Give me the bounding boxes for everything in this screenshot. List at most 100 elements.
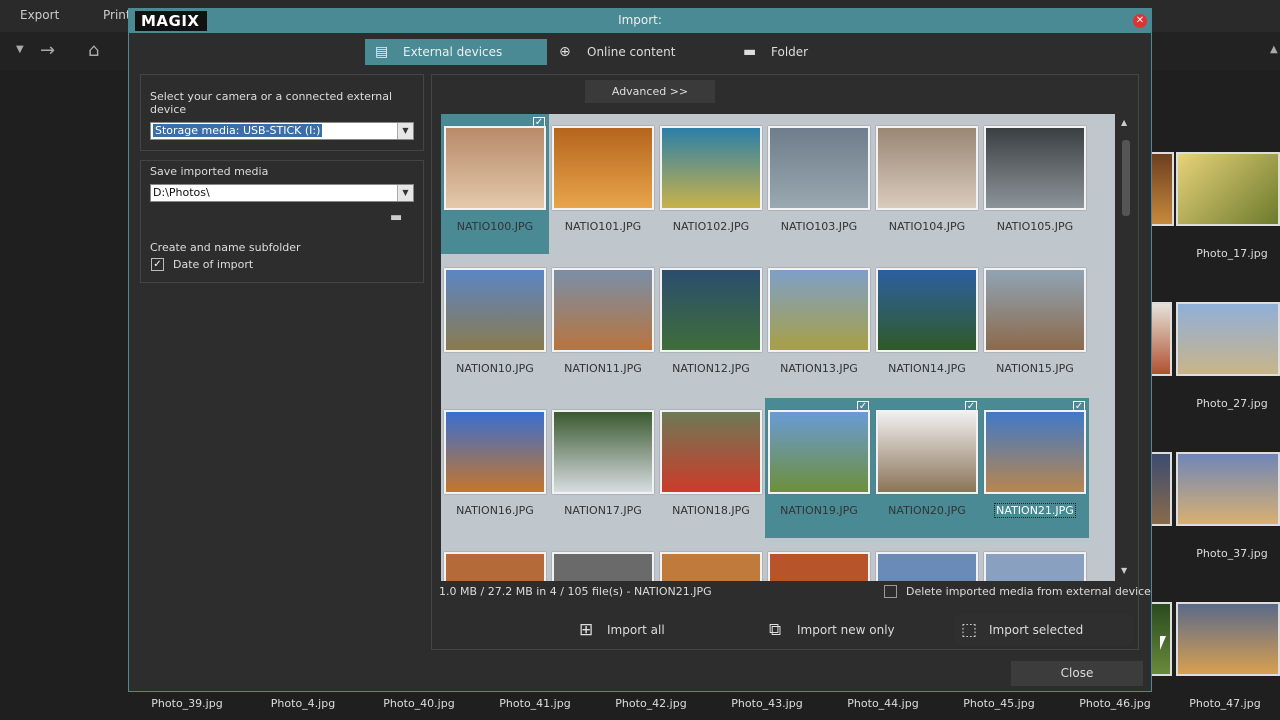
- thumbnail-grid: ✓ NATIO100.JPG NATIO101.JPG NATIO102.JPG NAT…: [441, 114, 1115, 581]
- chevron-down-icon[interactable]: ▼: [397, 185, 413, 201]
- globe-icon: ⊕: [559, 44, 571, 60]
- background-thumbnail[interactable]: [1176, 452, 1280, 526]
- media-thumbnail[interactable]: [444, 126, 546, 210]
- media-thumbnail[interactable]: [552, 126, 654, 210]
- thumbnail-label: Photo_39.jpg: [151, 697, 223, 710]
- delete-media-checkbox[interactable]: [884, 585, 897, 598]
- browse-folder-icon[interactable]: ▬: [390, 210, 402, 225]
- thumbnail-label: Photo_42.jpg: [615, 697, 687, 710]
- tab-external-devices[interactable]: ▤ External devices: [365, 39, 547, 65]
- advanced-button[interactable]: Advanced >>: [585, 80, 715, 103]
- thumbnail-label: NATIO105.JPG: [996, 220, 1074, 233]
- save-path-value: D:\Photos\: [153, 186, 210, 199]
- media-thumbnail[interactable]: [984, 410, 1086, 494]
- background-thumbnail[interactable]: [1176, 152, 1280, 226]
- grid-icon: ⊞: [579, 620, 594, 640]
- dialog-title: Import:: [618, 13, 662, 27]
- background-thumbnail[interactable]: [1150, 302, 1172, 376]
- thumbnail-label: Photo_41.jpg: [499, 697, 571, 710]
- thumbnail-label: Photo_47.jpg: [1189, 697, 1261, 710]
- thumbnail-label: Photo_45.jpg: [963, 697, 1035, 710]
- close-button[interactable]: Close: [1011, 661, 1143, 686]
- menu-print[interactable]: Print: [103, 8, 131, 22]
- date-of-import-checkbox[interactable]: ✓: [151, 258, 164, 271]
- thumbnail-label: NATION14.JPG: [888, 362, 966, 375]
- thumbnail-label: NATION15.JPG: [996, 362, 1074, 375]
- import-selected-button[interactable]: ⬚ Import selected: [955, 615, 1133, 645]
- media-thumbnail[interactable]: [876, 268, 978, 352]
- status-text: 1.0 MB / 27.2 MB in 4 / 105 file(s) - NA…: [439, 585, 712, 598]
- import-new-only-button[interactable]: ⧉ Import new only: [769, 615, 939, 645]
- close-icon[interactable]: ✕: [1133, 14, 1147, 28]
- background-thumbnail[interactable]: [1176, 602, 1280, 676]
- delete-media-label: Delete imported media from external devi…: [906, 585, 1151, 598]
- dialog-titlebar[interactable]: MAGIX Import: ✕: [129, 9, 1151, 33]
- media-thumbnail[interactable]: [660, 268, 762, 352]
- grid-scrollbar[interactable]: ▲ ▼: [1119, 114, 1133, 581]
- import-new-label: Import new only: [797, 623, 895, 637]
- media-thumbnail[interactable]: [984, 126, 1086, 210]
- thumbnail-label: Photo_46.jpg: [1079, 697, 1151, 710]
- device-select[interactable]: Storage media: USB-STICK (I:) ▼: [150, 122, 414, 140]
- chevron-down-icon[interactable]: ▲: [1270, 44, 1278, 55]
- thumbnail-label: Photo_4.jpg: [270, 697, 336, 710]
- save-label: Save imported media: [150, 165, 269, 178]
- thumbnail-label: Photo_17.jpg: [1196, 247, 1268, 260]
- media-thumbnail[interactable]: [444, 410, 546, 494]
- scroll-down-icon[interactable]: ▼: [1121, 566, 1127, 575]
- thumbnail-label: NATION18.JPG: [672, 504, 750, 517]
- thumbnail-label: NATIO101.JPG: [564, 220, 642, 233]
- save-panel: Save imported media D:\Photos\ ▼ ▬ Creat…: [140, 160, 424, 283]
- save-path-input[interactable]: D:\Photos\ ▼: [150, 184, 414, 202]
- menu-export[interactable]: Export: [20, 8, 59, 22]
- background-thumbnail[interactable]: [1150, 452, 1172, 526]
- background-thumbnail[interactable]: [1176, 302, 1280, 376]
- background-media-pool: Photo_17.jpg Photo_27.jpg Photo_37.jpg: [1150, 72, 1280, 692]
- media-thumbnail[interactable]: [984, 268, 1086, 352]
- media-thumbnail[interactable]: [660, 552, 762, 581]
- redo-arrow-icon[interactable]: →: [40, 40, 55, 61]
- thumbnail-label: NATION20.JPG: [888, 504, 966, 517]
- import-all-label: Import all: [607, 623, 665, 637]
- device-panel: Select your camera or a connected extern…: [140, 74, 424, 151]
- import-dialog: MAGIX Import: ✕ ▤ External devices ⊕ Onl…: [128, 8, 1166, 692]
- chevron-down-icon[interactable]: ▼: [397, 123, 413, 139]
- background-thumbnail[interactable]: [1150, 152, 1174, 226]
- scrollbar-thumb[interactable]: [1122, 140, 1130, 216]
- thumbnail-label: Photo_37.jpg: [1196, 547, 1268, 560]
- chevron-down-icon[interactable]: ▼: [16, 44, 24, 55]
- thumbnail-label: NATION13.JPG: [780, 362, 858, 375]
- thumbnail-label: NATION11.JPG: [564, 362, 642, 375]
- mouse-cursor: [1160, 636, 1172, 650]
- thumbnail-label: NATION12.JPG: [672, 362, 750, 375]
- tab-folder[interactable]: ▬ Folder: [733, 39, 853, 65]
- tab-label: External devices: [403, 45, 503, 59]
- media-thumbnail[interactable]: [552, 552, 654, 581]
- media-thumbnail[interactable]: [660, 126, 762, 210]
- media-thumbnail[interactable]: [768, 410, 870, 494]
- media-thumbnail[interactable]: [660, 410, 762, 494]
- media-thumbnail[interactable]: [768, 552, 870, 581]
- media-thumbnail[interactable]: [876, 552, 978, 581]
- media-thumbnail[interactable]: [444, 552, 546, 581]
- home-icon[interactable]: ⌂: [88, 40, 99, 61]
- media-thumbnail[interactable]: [984, 552, 1086, 581]
- scroll-up-icon[interactable]: ▲: [1121, 118, 1127, 127]
- thumbnail-label: Photo_43.jpg: [731, 697, 803, 710]
- thumbnail-label: Photo_40.jpg: [383, 697, 455, 710]
- media-thumbnail[interactable]: [768, 268, 870, 352]
- thumbnail-label: Photo_27.jpg: [1196, 397, 1268, 410]
- media-thumbnail[interactable]: [552, 410, 654, 494]
- media-thumbnail[interactable]: [876, 410, 978, 494]
- media-thumbnail[interactable]: [552, 268, 654, 352]
- subfolder-label: Create and name subfolder: [150, 241, 301, 254]
- tab-online-content[interactable]: ⊕ Online content: [549, 39, 719, 65]
- thumbnail-label: NATIO104.JPG: [888, 220, 966, 233]
- media-thumbnail[interactable]: [768, 126, 870, 210]
- import-all-button[interactable]: ⊞ Import all: [579, 615, 699, 645]
- selection-icon: ⬚: [961, 620, 978, 640]
- thumbnail-label: NATION10.JPG: [456, 362, 534, 375]
- media-thumbnail[interactable]: [876, 126, 978, 210]
- thumbnail-label: NATIO102.JPG: [672, 220, 750, 233]
- media-thumbnail[interactable]: [444, 268, 546, 352]
